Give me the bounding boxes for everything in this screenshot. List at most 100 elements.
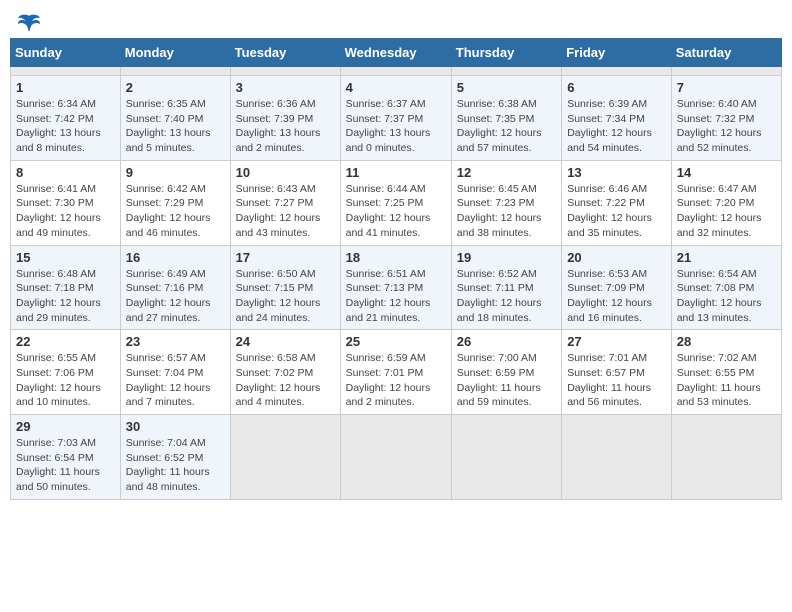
calendar-cell: 25 Sunrise: 6:59 AMSunset: 7:01 PMDayligh… [340,330,451,415]
day-number: 3 [236,80,335,95]
calendar-cell [562,415,672,500]
day-info: Sunrise: 6:44 AMSunset: 7:25 PMDaylight:… [346,182,446,241]
day-number: 10 [236,165,335,180]
logo-bird-icon [18,14,40,32]
day-number: 25 [346,334,446,349]
day-info: Sunrise: 7:04 AMSunset: 6:52 PMDaylight:… [126,436,225,495]
day-number: 4 [346,80,446,95]
day-info: Sunrise: 6:48 AMSunset: 7:18 PMDaylight:… [16,267,115,326]
calendar-cell: 30 Sunrise: 7:04 AMSunset: 6:52 PMDayligh… [120,415,230,500]
day-number: 12 [457,165,556,180]
calendar-cell [120,67,230,76]
weekday-header-wednesday: Wednesday [340,39,451,67]
calendar-week-3: 15 Sunrise: 6:48 AMSunset: 7:18 PMDayligh… [11,245,782,330]
day-number: 17 [236,250,335,265]
calendar-cell: 14 Sunrise: 6:47 AMSunset: 7:20 PMDayligh… [671,160,781,245]
day-info: Sunrise: 6:47 AMSunset: 7:20 PMDaylight:… [677,182,776,241]
day-info: Sunrise: 6:59 AMSunset: 7:01 PMDaylight:… [346,351,446,410]
logo [16,14,40,28]
calendar-week-5: 29Sunrise: 7:03 AMSunset: 6:54 PMDayligh… [11,415,782,500]
day-info: Sunrise: 6:39 AMSunset: 7:34 PMDaylight:… [567,97,666,156]
calendar-week-2: 8 Sunrise: 6:41 AMSunset: 7:30 PMDaylight… [11,160,782,245]
day-number: 28 [677,334,776,349]
day-info: Sunrise: 6:49 AMSunset: 7:16 PMDaylight:… [126,267,225,326]
calendar-cell: 3 Sunrise: 6:36 AMSunset: 7:39 PMDaylight… [230,76,340,161]
day-info: Sunrise: 6:36 AMSunset: 7:39 PMDaylight:… [236,97,335,156]
day-number: 16 [126,250,225,265]
calendar-cell: 27 Sunrise: 7:01 AMSunset: 6:57 PMDayligh… [562,330,672,415]
day-info: Sunrise: 6:50 AMSunset: 7:15 PMDaylight:… [236,267,335,326]
day-number: 26 [457,334,556,349]
calendar-cell: 4 Sunrise: 6:37 AMSunset: 7:37 PMDaylight… [340,76,451,161]
weekday-header-tuesday: Tuesday [230,39,340,67]
day-info: Sunrise: 6:41 AMSunset: 7:30 PMDaylight:… [16,182,115,241]
calendar-cell: 18 Sunrise: 6:51 AMSunset: 7:13 PMDayligh… [340,245,451,330]
calendar-cell: 10Sunrise: 6:43 AMSunset: 7:27 PMDayligh… [230,160,340,245]
day-info: Sunrise: 6:51 AMSunset: 7:13 PMDaylight:… [346,267,446,326]
day-number: 13 [567,165,666,180]
calendar-cell [340,67,451,76]
weekday-header-sunday: Sunday [11,39,121,67]
day-info: Sunrise: 6:55 AMSunset: 7:06 PMDaylight:… [16,351,115,410]
calendar-cell: 24 Sunrise: 6:58 AMSunset: 7:02 PMDayligh… [230,330,340,415]
day-info: Sunrise: 6:42 AMSunset: 7:29 PMDaylight:… [126,182,225,241]
day-info: Sunrise: 6:53 AMSunset: 7:09 PMDaylight:… [567,267,666,326]
calendar-cell [562,67,672,76]
day-number: 15 [16,250,115,265]
day-info: Sunrise: 6:52 AMSunset: 7:11 PMDaylight:… [457,267,556,326]
day-number: 24 [236,334,335,349]
day-info: Sunrise: 6:38 AMSunset: 7:35 PMDaylight:… [457,97,556,156]
day-number: 21 [677,250,776,265]
weekday-header-saturday: Saturday [671,39,781,67]
day-number: 19 [457,250,556,265]
calendar-cell: 6 Sunrise: 6:39 AMSunset: 7:34 PMDaylight… [562,76,672,161]
calendar-cell: 15 Sunrise: 6:48 AMSunset: 7:18 PMDayligh… [11,245,121,330]
day-info: Sunrise: 6:35 AMSunset: 7:40 PMDaylight:… [126,97,225,156]
day-info: Sunrise: 6:40 AMSunset: 7:32 PMDaylight:… [677,97,776,156]
day-number: 11 [346,165,446,180]
calendar-cell [451,67,561,76]
day-info: Sunrise: 6:37 AMSunset: 7:37 PMDaylight:… [346,97,446,156]
day-number: 9 [126,165,225,180]
day-info: Sunrise: 6:54 AMSunset: 7:08 PMDaylight:… [677,267,776,326]
calendar-cell: 19 Sunrise: 6:52 AMSunset: 7:11 PMDayligh… [451,245,561,330]
day-number: 27 [567,334,666,349]
calendar-cell: 17 Sunrise: 6:50 AMSunset: 7:15 PMDayligh… [230,245,340,330]
calendar-cell [230,67,340,76]
calendar-cell [671,415,781,500]
day-number: 14 [677,165,776,180]
header [10,10,782,32]
calendar-cell: 16 Sunrise: 6:49 AMSunset: 7:16 PMDayligh… [120,245,230,330]
calendar-header-row: SundayMondayTuesdayWednesdayThursdayFrid… [11,39,782,67]
day-info: Sunrise: 6:58 AMSunset: 7:02 PMDaylight:… [236,351,335,410]
day-number: 18 [346,250,446,265]
calendar-cell: 28Sunrise: 7:02 AMSunset: 6:55 PMDayligh… [671,330,781,415]
calendar-cell: 20Sunrise: 6:53 AMSunset: 7:09 PMDayligh… [562,245,672,330]
day-number: 8 [16,165,115,180]
calendar-cell: 26Sunrise: 7:00 AMSunset: 6:59 PMDayligh… [451,330,561,415]
calendar-cell: 12 Sunrise: 6:45 AMSunset: 7:23 PMDayligh… [451,160,561,245]
weekday-header-monday: Monday [120,39,230,67]
calendar-cell: 11 Sunrise: 6:44 AMSunset: 7:25 PMDayligh… [340,160,451,245]
day-number: 1 [16,80,115,95]
day-info: Sunrise: 6:46 AMSunset: 7:22 PMDaylight:… [567,182,666,241]
day-number: 7 [677,80,776,95]
calendar-cell: 9 Sunrise: 6:42 AMSunset: 7:29 PMDaylight… [120,160,230,245]
calendar-cell: 8 Sunrise: 6:41 AMSunset: 7:30 PMDaylight… [11,160,121,245]
day-number: 2 [126,80,225,95]
calendar-table: SundayMondayTuesdayWednesdayThursdayFrid… [10,38,782,500]
day-number: 30 [126,419,225,434]
day-info: Sunrise: 7:01 AMSunset: 6:57 PMDaylight:… [567,351,666,410]
calendar-cell: 7 Sunrise: 6:40 AMSunset: 7:32 PMDaylight… [671,76,781,161]
day-info: Sunrise: 7:03 AMSunset: 6:54 PMDaylight:… [16,436,115,495]
calendar-cell [340,415,451,500]
day-number: 6 [567,80,666,95]
calendar-cell: 29Sunrise: 7:03 AMSunset: 6:54 PMDayligh… [11,415,121,500]
calendar-cell [230,415,340,500]
calendar-cell [451,415,561,500]
day-info: Sunrise: 6:45 AMSunset: 7:23 PMDaylight:… [457,182,556,241]
calendar-cell: 2 Sunrise: 6:35 AMSunset: 7:40 PMDaylight… [120,76,230,161]
calendar-cell [671,67,781,76]
calendar-cell: 22Sunrise: 6:55 AMSunset: 7:06 PMDayligh… [11,330,121,415]
weekday-header-friday: Friday [562,39,672,67]
